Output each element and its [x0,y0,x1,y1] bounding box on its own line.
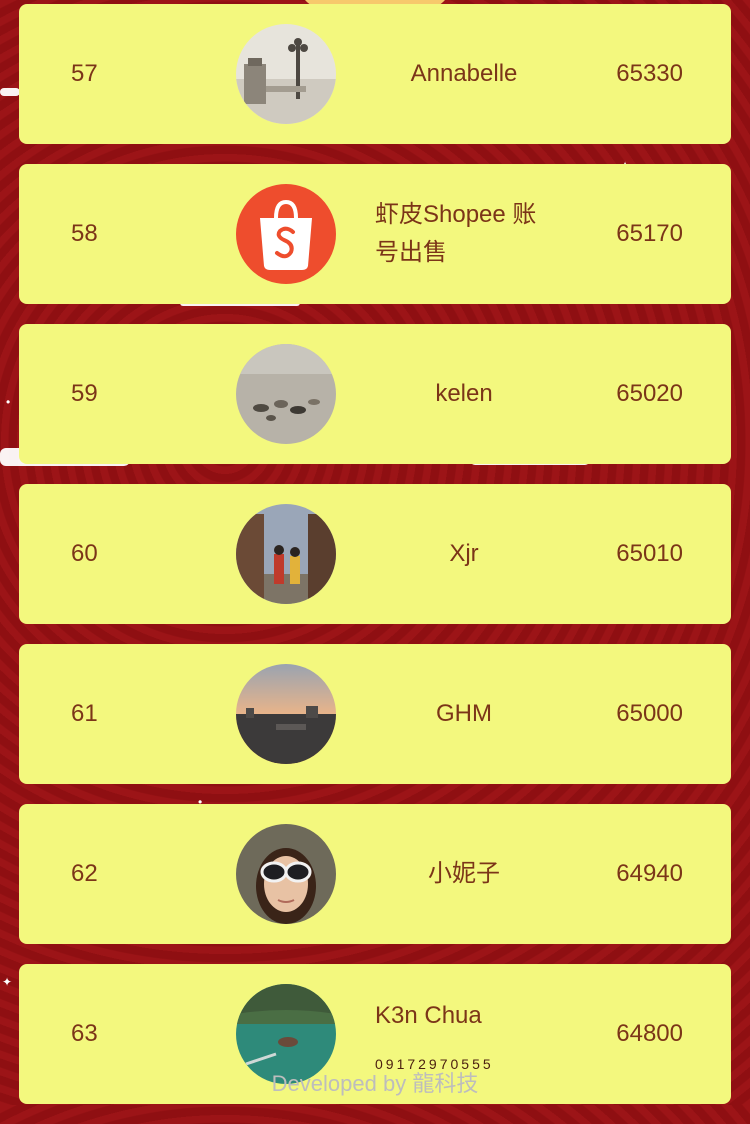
player-name: 小妮子 [428,860,500,887]
player-score: 64800 [616,1020,683,1047]
sunset-avatar-icon [236,664,336,764]
leaderboard-list: 57 Annabelle 65330 58 虾皮Shopee 账号出售 6517… [19,4,731,1124]
shopee-bag-icon [236,184,336,284]
leaderboard-row[interactable]: 62 小妮子 64940 [19,804,731,944]
rank-number: 58 [71,220,98,247]
street-avatar-icon [236,504,336,604]
sparkle-icon: ✦ [2,975,13,989]
leaderboard-row[interactable]: 60 Xjr 65010 [19,484,731,624]
leaderboard-row[interactable]: 58 虾皮Shopee 账号出售 65170 [19,164,731,304]
player-score: 65010 [616,540,683,567]
player-name: Annabelle [410,60,518,87]
rank-number: 63 [71,1020,98,1047]
background-streak [0,88,20,96]
player-name: GHM [436,700,492,727]
player-name: Xjr [449,540,479,567]
rank-number: 62 [71,860,98,887]
leaderboard-row[interactable]: 61 GHM 65000 [19,644,731,784]
leaderboard-row[interactable]: 57 Annabelle 65330 [19,4,731,144]
rank-number: 57 [71,60,98,87]
player-score: 65330 [616,60,683,87]
leaderboard-row[interactable]: 63 K3n Chua 09172970555 64800 [19,964,731,1104]
player-name: 虾皮Shopee 账号出售 [375,201,537,266]
player-score: 64940 [616,860,683,887]
portrait-avatar-icon [236,824,336,924]
river-avatar-icon [236,984,336,1084]
sparkle-icon: • [6,395,11,409]
beach-avatar-icon [236,344,336,444]
player-score: 65170 [616,220,683,247]
rank-number: 61 [71,700,98,727]
leaderboard-row[interactable]: 59 kelen 65020 [19,324,731,464]
player-score: 65000 [616,700,683,727]
rank-number: 59 [71,380,98,407]
player-name: kelen [435,380,493,407]
landscape-avatar-icon [236,24,336,124]
player-phone: 09172970555 [375,1056,494,1072]
rank-number: 60 [71,540,98,567]
player-score: 65020 [616,380,683,407]
